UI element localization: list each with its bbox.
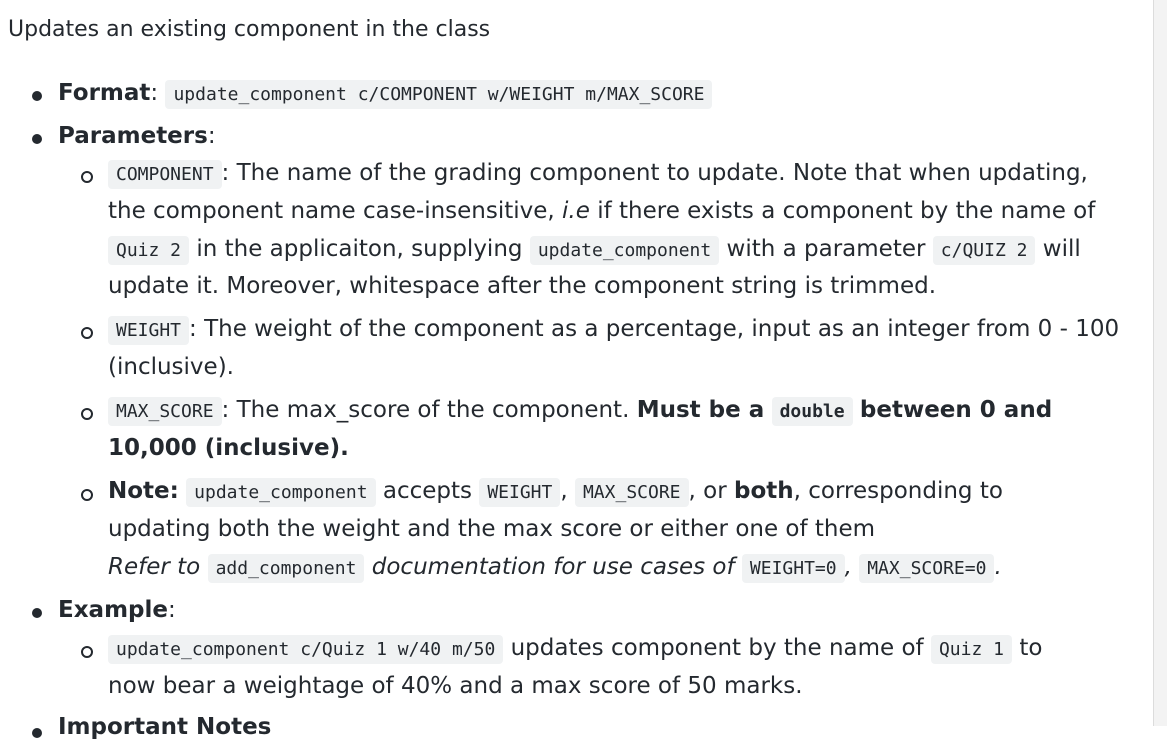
note-accepts: accepts: [382, 478, 472, 504]
max-score-line-1: MAX_SCORE: The max_score of the componen…: [108, 397, 1053, 426]
note-doc-text: documentation for use cases of: [371, 554, 735, 580]
double-code: double: [771, 397, 853, 426]
example-line-1: update_component c/Quiz 1 w/40 m/50 upda…: [108, 635, 1043, 664]
format-label: Format: [58, 80, 151, 106]
sub-bullet-circle: [81, 171, 93, 183]
scrollbar-track[interactable]: [1153, 0, 1167, 726]
bullet-dot: [32, 91, 42, 101]
component-line-3: Quiz 2 in the applicaiton, supplying upd…: [108, 236, 1081, 265]
max-score-line-2: 10,000 (inclusive).: [108, 435, 349, 461]
example-line: Example:: [58, 597, 176, 623]
note-line-1: Note: update_component accepts WEIGHT, M…: [108, 478, 1003, 507]
note-both: both: [733, 478, 794, 504]
weight-code: WEIGHT: [108, 316, 190, 345]
note-comma-2: ,: [844, 554, 852, 580]
intro-text: Updates an existing component in the cla…: [8, 17, 491, 42]
parameters-line: Parameters:: [58, 123, 216, 149]
component-code: COMPONENT: [108, 160, 222, 189]
note-label: Note:: [108, 478, 179, 504]
example-line-2: now bear a weightage of 40% and a max sc…: [108, 673, 803, 699]
component-desc-2b: if there exists a component by the name …: [597, 198, 1096, 224]
note-update-code: update_component: [186, 478, 376, 507]
sub-bullet-circle: [81, 489, 93, 501]
max-score-between: between 0 and: [859, 397, 1053, 423]
max-score-must: Must be a: [636, 397, 765, 423]
quiz-2-code: Quiz 2: [108, 236, 190, 265]
weight-desc-1: : The weight of the component as a perce…: [189, 316, 1120, 342]
quiz-1-code: Quiz 1: [930, 635, 1012, 664]
note-weight-code: WEIGHT: [479, 478, 561, 507]
component-ie: i.e: [562, 198, 590, 224]
sub-bullet-circle: [81, 327, 93, 339]
component-desc-3a: in the applicaiton, supplying: [196, 236, 523, 262]
weight-line-2: (inclusive).: [108, 354, 234, 380]
note-line-3: Refer to add_component documentation for…: [108, 554, 1002, 583]
component-desc-3c: will: [1042, 236, 1081, 262]
note-refer: Refer to: [108, 554, 201, 580]
note-dot: .: [994, 554, 1002, 580]
component-desc-2a: the component name case-insensitive,: [108, 198, 555, 224]
example-command-code: update_component c/Quiz 1 w/40 m/50: [108, 635, 504, 664]
max-score-zero-code: MAX_SCORE=0: [859, 554, 995, 583]
format-colon: :: [150, 80, 159, 106]
update-component-code: update_component: [529, 236, 720, 265]
bullet-dot: [32, 608, 42, 618]
component-line-1: COMPONENT: The name of the grading compo…: [108, 160, 1088, 189]
weight-zero-code: WEIGHT=0: [741, 554, 845, 583]
note-line-2: updating both the weight and the max sco…: [108, 516, 876, 542]
format-command: update_component c/COMPONENT w/WEIGHT m/…: [165, 80, 713, 109]
example-to: to: [1019, 635, 1043, 661]
weight-line-1: WEIGHT: The weight of the component as a…: [108, 316, 1120, 345]
component-desc-3b: with a parameter: [726, 236, 926, 262]
note-rest: , corresponding to: [793, 478, 1003, 504]
parameters-colon: :: [207, 123, 216, 149]
sub-bullet-circle: [81, 408, 93, 420]
note-or: , or: [688, 478, 727, 504]
example-colon: :: [167, 597, 176, 623]
note-comma: ,: [560, 478, 568, 504]
component-line-2: the component name case-insensitive, i.e…: [108, 198, 1095, 224]
bullet-dot: [32, 728, 42, 738]
component-desc-1: : The name of the grading component to u…: [221, 160, 1088, 186]
bullet-dot: [32, 134, 42, 144]
sub-bullet-circle: [81, 646, 93, 658]
format-line: Format: update_component c/COMPONENT w/W…: [58, 80, 713, 109]
max-score-code: MAX_SCORE: [108, 397, 222, 426]
next-heading: Important Notes: [58, 714, 272, 740]
example-label: Example: [58, 597, 168, 623]
example-desc-1: updates component by the name of: [510, 635, 924, 661]
component-line-4: update it. Moreover, whitespace after th…: [108, 273, 936, 299]
quiz-param-code: c/QUIZ 2: [932, 236, 1036, 265]
note-max-score-code: MAX_SCORE: [574, 478, 689, 507]
parameters-label: Parameters: [58, 123, 208, 149]
add-component-code: add_component: [207, 554, 365, 583]
max-score-desc-1: : The max_score of the component.: [221, 397, 630, 423]
